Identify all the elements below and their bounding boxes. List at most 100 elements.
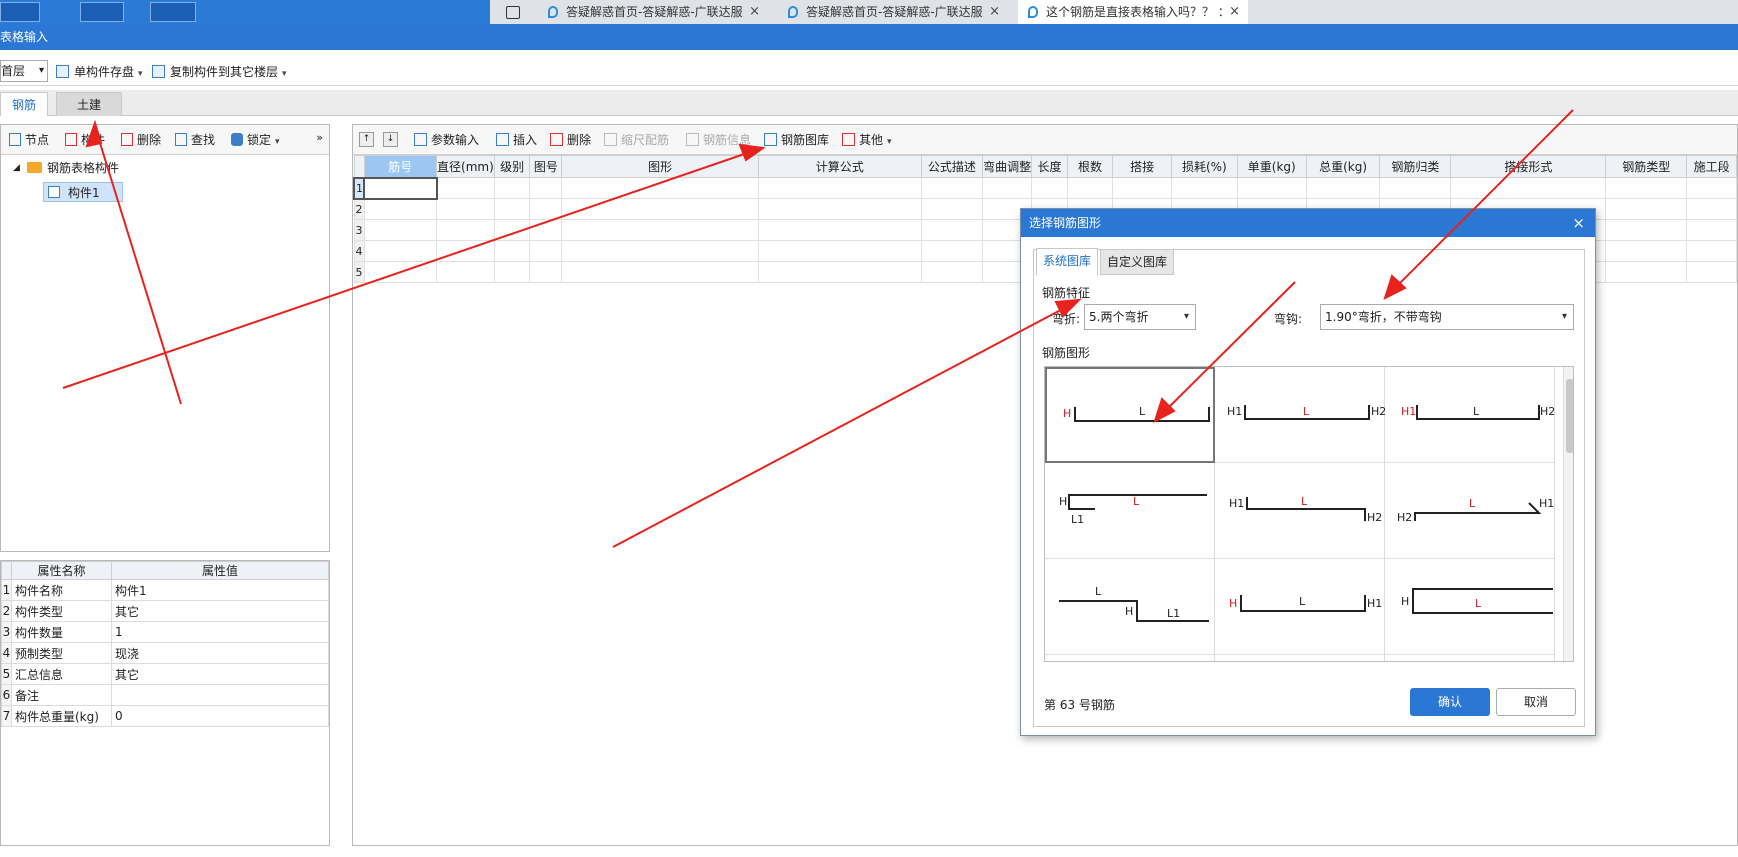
table-cell[interactable] <box>758 198 922 220</box>
property-row[interactable]: 6 备注 <box>1 684 329 706</box>
browser-tab-active[interactable]: 这个钢筋是直接表格输入吗？？ ： × <box>1018 0 1248 24</box>
rebar-info-button[interactable]: 钢筋信息 <box>685 131 751 149</box>
property-value[interactable]: 构件1 <box>111 579 329 601</box>
collapse-triangle-icon[interactable]: ◢ <box>13 159 20 177</box>
desktop-app-icon[interactable] <box>150 2 196 22</box>
property-value[interactable]: 其它 <box>111 663 329 685</box>
table-cell[interactable] <box>1379 177 1452 199</box>
column-header[interactable]: 总重(kg) <box>1305 155 1381 178</box>
table-cell[interactable] <box>1605 198 1688 220</box>
table-cell[interactable] <box>1605 177 1688 199</box>
table-cell[interactable] <box>561 240 759 262</box>
table-cell[interactable] <box>493 240 531 262</box>
table-cell[interactable] <box>529 240 563 262</box>
close-tab-icon[interactable]: × <box>749 0 760 24</box>
tab-actions-icon[interactable] <box>506 6 520 19</box>
cancel-button[interactable]: 取消 <box>1496 688 1576 716</box>
other-button[interactable]: 其他 ▾ <box>841 131 892 149</box>
browser-tab[interactable]: 答疑解惑首页-答疑解惑-广联达服 × <box>538 0 768 24</box>
rebar-shape-option[interactable]: H1 L H2 <box>1215 367 1385 463</box>
table-cell[interactable] <box>436 219 495 241</box>
table-cell[interactable] <box>363 240 438 262</box>
table-cell[interactable] <box>561 198 759 220</box>
property-row[interactable]: 2 构件类型 其它 <box>1 600 329 622</box>
insert-button[interactable]: 插入 <box>495 131 537 149</box>
move-up-icon[interactable]: ↑ <box>359 132 374 147</box>
table-cell[interactable] <box>561 261 759 283</box>
table-cell[interactable] <box>758 261 922 283</box>
table-cell[interactable] <box>493 219 531 241</box>
add-component-button[interactable]: 构件 <box>63 131 105 149</box>
table-cell[interactable] <box>529 198 563 220</box>
tab-system-library[interactable]: 系统图库 <box>1036 248 1099 276</box>
column-header[interactable]: 钢筋类型 <box>1605 155 1688 178</box>
delete-row-button[interactable]: 删除 <box>549 131 591 149</box>
table-cell[interactable] <box>529 177 563 199</box>
table-cell[interactable] <box>758 240 922 262</box>
find-button[interactable]: 查找 <box>173 131 215 149</box>
column-header[interactable]: 图号 <box>529 155 563 178</box>
param-input-button[interactable]: 参数输入 <box>413 131 479 149</box>
table-cell[interactable] <box>1686 198 1737 220</box>
rebar-shape-option[interactable] <box>1215 655 1385 661</box>
hook-select[interactable]: 1.90°弯折，不带弯钩 <box>1320 304 1574 330</box>
table-cell[interactable] <box>1605 261 1688 283</box>
table-cell[interactable] <box>561 219 759 241</box>
column-header[interactable]: 钢筋归类 <box>1379 155 1452 178</box>
rebar-shape-option[interactable]: H L <box>1385 559 1555 655</box>
add-node-button[interactable]: 节点 <box>7 131 49 149</box>
column-header[interactable]: 直径(mm) <box>436 155 495 178</box>
rebar-shape-option[interactable] <box>1385 655 1555 661</box>
property-value[interactable]: 1 <box>111 621 329 643</box>
table-cell[interactable] <box>758 219 922 241</box>
desktop-app-icon[interactable] <box>0 2 40 22</box>
close-tab-icon[interactable]: × <box>1229 0 1240 24</box>
move-down-icon[interactable]: ↓ <box>383 132 398 147</box>
column-header[interactable]: 公式描述 <box>920 155 984 178</box>
table-cell[interactable] <box>363 261 438 283</box>
tree-item-component[interactable]: 构件1 <box>43 182 123 202</box>
table-cell[interactable] <box>436 261 495 283</box>
property-row[interactable]: 7 构件总重量(kg) 0 <box>1 705 329 727</box>
expand-toolbar-icon[interactable]: » <box>316 131 323 144</box>
property-value[interactable] <box>111 684 329 706</box>
gallery-scrollbar[interactable] <box>1563 367 1573 661</box>
tab-rebar[interactable]: 钢筋 <box>0 92 48 116</box>
table-cell[interactable] <box>1605 240 1688 262</box>
tree-root-node[interactable]: ◢ 钢筋表格构件 <box>13 159 119 177</box>
close-icon[interactable]: × <box>1572 209 1585 237</box>
tab-civil[interactable]: 土建 <box>56 92 122 116</box>
column-header[interactable]: 单重(kg) <box>1236 155 1307 178</box>
column-header[interactable]: 根数 <box>1066 155 1114 178</box>
rebar-shape-option[interactable] <box>1045 655 1215 661</box>
table-cell[interactable] <box>1686 261 1737 283</box>
scale-rebar-button[interactable]: 缩尺配筋 <box>603 131 669 149</box>
close-tab-icon[interactable]: × <box>989 0 1000 24</box>
column-header[interactable]: 筋号 <box>363 155 438 178</box>
table-cell[interactable] <box>1112 177 1173 199</box>
table-cell[interactable] <box>1686 240 1737 262</box>
column-header[interactable]: 搭接形式 <box>1450 155 1607 178</box>
table-cell[interactable] <box>436 198 495 220</box>
column-header[interactable]: 损耗(%) <box>1171 155 1238 178</box>
table-cell[interactable] <box>1686 219 1737 241</box>
table-cell[interactable] <box>436 240 495 262</box>
table-cell[interactable] <box>920 198 984 220</box>
confirm-button[interactable]: 确认 <box>1410 688 1490 716</box>
rebar-shape-option[interactable]: L H L1 <box>1045 559 1215 655</box>
table-cell[interactable] <box>982 177 1033 199</box>
browser-tab[interactable]: 答疑解惑首页-答疑解惑-广联达服 × <box>778 0 1008 24</box>
table-cell[interactable] <box>363 219 438 241</box>
floor-select[interactable]: 首层 <box>0 60 48 82</box>
table-cell[interactable] <box>561 177 759 199</box>
table-cell[interactable] <box>920 219 984 241</box>
table-cell[interactable] <box>1305 177 1381 199</box>
column-header[interactable]: 计算公式 <box>758 155 922 178</box>
rebar-shape-option[interactable]: H L L1 <box>1045 463 1215 559</box>
column-header[interactable]: 长度 <box>1031 155 1068 178</box>
table-cell[interactable] <box>493 261 531 283</box>
table-cell[interactable] <box>1686 177 1737 199</box>
rebar-shape-option[interactable]: H2 L H1 <box>1385 463 1555 559</box>
column-header[interactable]: 弯曲调整 <box>982 155 1033 178</box>
rebar-shape-option[interactable]: H L H1 <box>1215 559 1385 655</box>
